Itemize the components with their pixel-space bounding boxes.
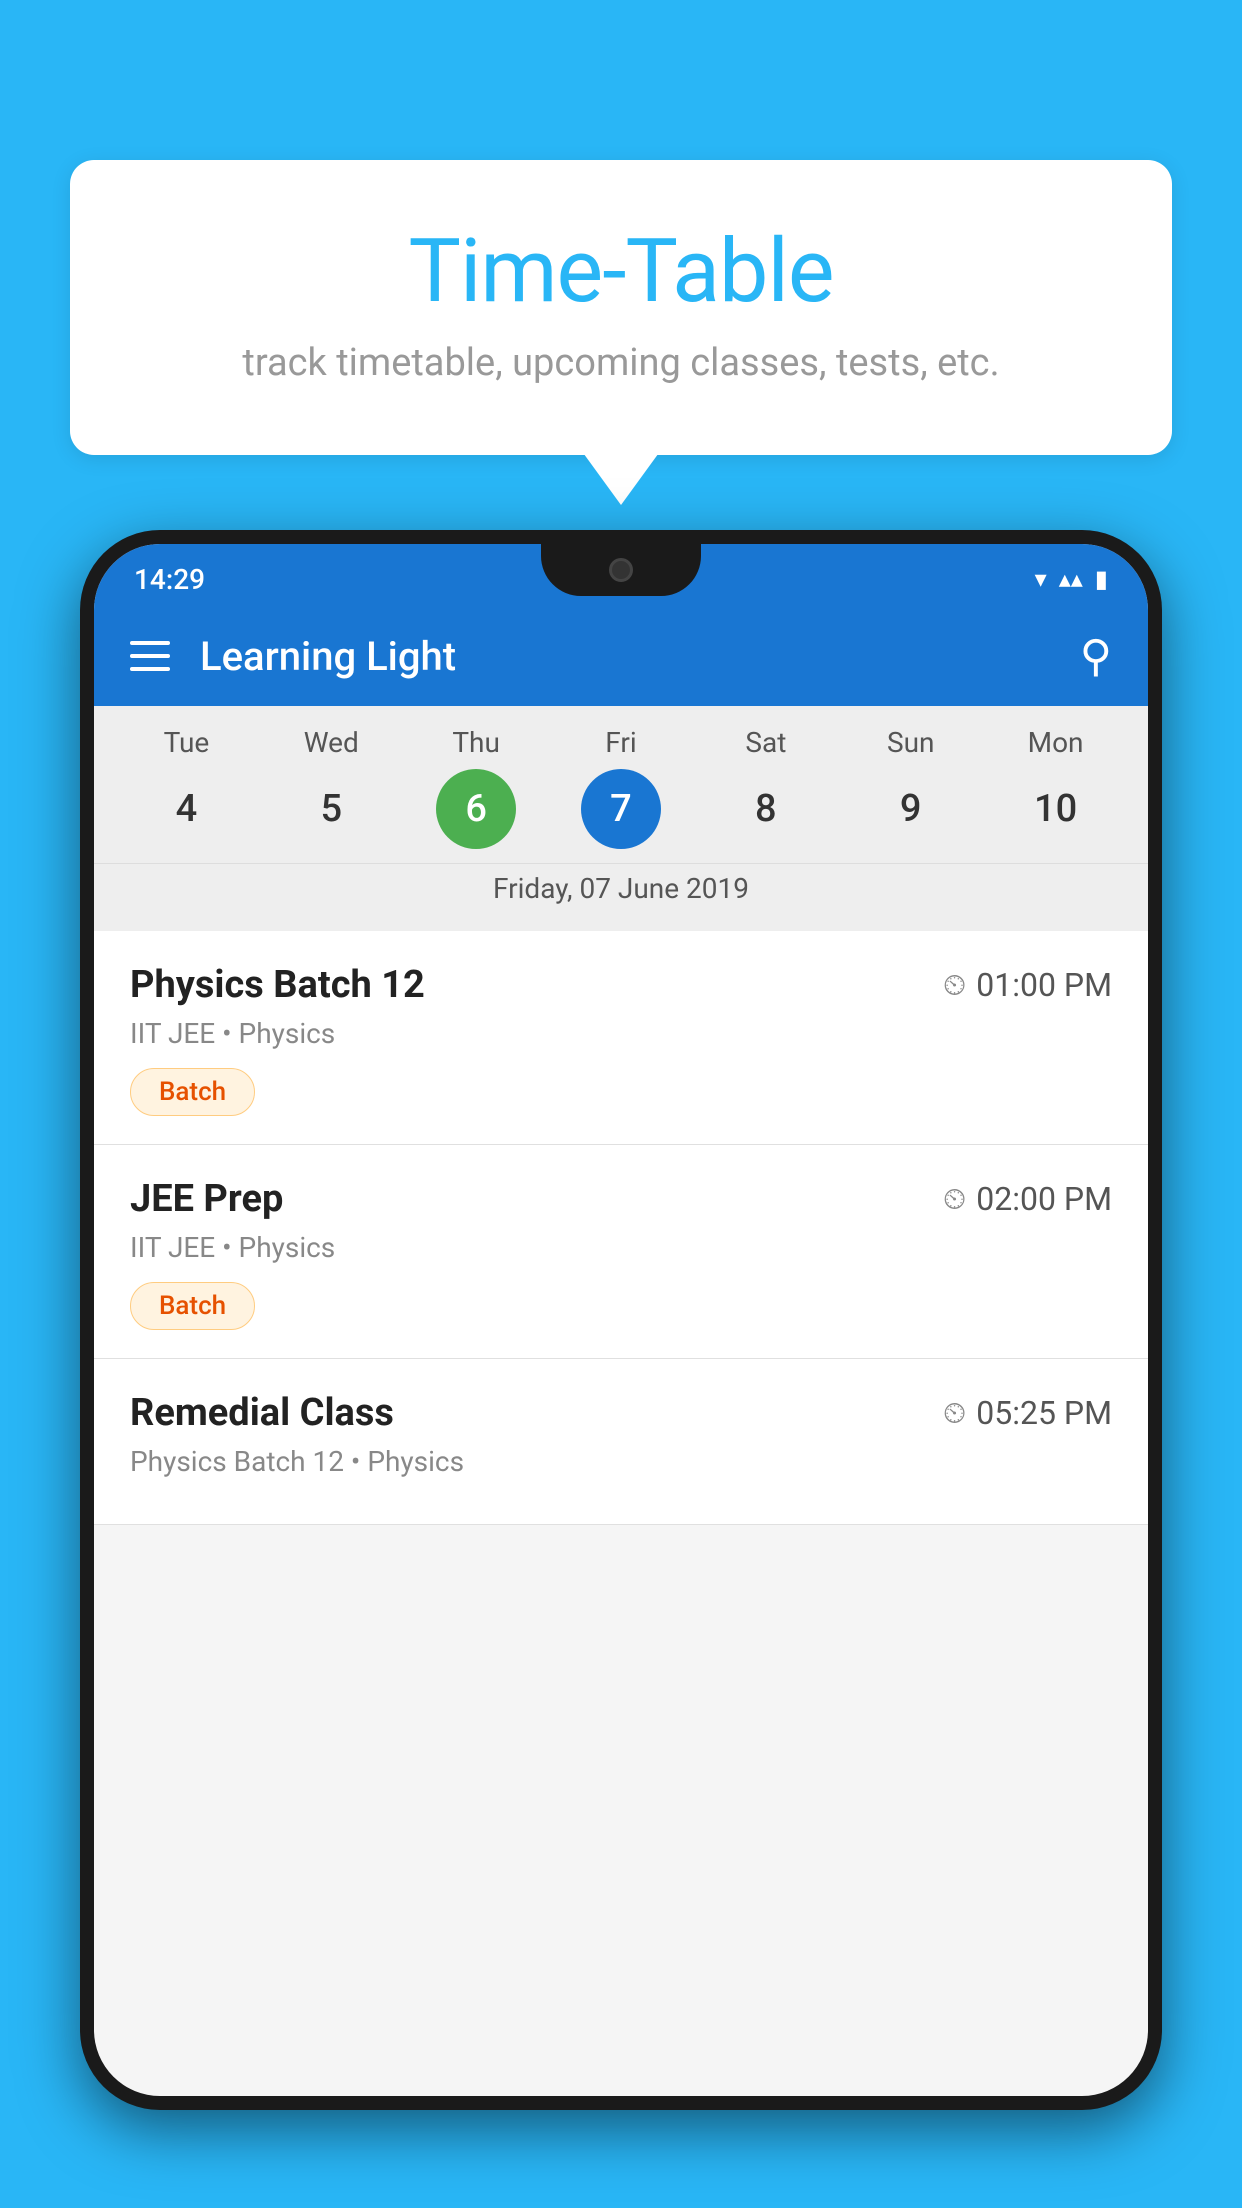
clock-icon-1: ⏲ bbox=[943, 1182, 966, 1217]
schedule-item-2-time-container: ⏲ 05:25 PM bbox=[943, 1394, 1112, 1432]
day-num-5[interactable]: 5 bbox=[259, 769, 404, 849]
hamburger-menu-icon[interactable] bbox=[130, 641, 170, 671]
battery-icon: ▮ bbox=[1095, 565, 1108, 593]
signal-icon: ▴▴ bbox=[1059, 565, 1083, 593]
speech-bubble-container: Time-Table track timetable, upcoming cla… bbox=[70, 160, 1172, 455]
schedule-item-0-time: 01:00 PM bbox=[976, 966, 1112, 1004]
schedule-item-0-badge: Batch bbox=[130, 1068, 255, 1116]
schedule-item-0-sub: IIT JEE • Physics bbox=[130, 1017, 1112, 1050]
schedule-item-2-sub: Physics Batch 12 • Physics bbox=[130, 1445, 1112, 1478]
day-name-mon[interactable]: Mon bbox=[983, 726, 1128, 759]
app-title: Learning Light bbox=[200, 633, 1050, 680]
app-bar: Learning Light ⚲ bbox=[94, 606, 1148, 706]
day-num-6-today[interactable]: 6 bbox=[436, 769, 516, 849]
day-name-sat[interactable]: Sat bbox=[693, 726, 838, 759]
wifi-icon: ▾ bbox=[1035, 565, 1047, 593]
status-time: 14:29 bbox=[134, 563, 205, 596]
day-numbers-row: 4 5 6 7 8 9 10 bbox=[94, 769, 1148, 849]
schedule-item-2-time: 05:25 PM bbox=[976, 1394, 1112, 1432]
phone-notch bbox=[541, 544, 701, 596]
day-num-9[interactable]: 9 bbox=[838, 769, 983, 849]
schedule-item-1-title: JEE Prep bbox=[130, 1177, 283, 1221]
schedule-item-1-header: JEE Prep ⏲ 02:00 PM bbox=[130, 1177, 1112, 1221]
schedule-item-0[interactable]: Physics Batch 12 ⏲ 01:00 PM IIT JEE • Ph… bbox=[94, 931, 1148, 1145]
day-name-sun[interactable]: Sun bbox=[838, 726, 983, 759]
schedule-item-0-header: Physics Batch 12 ⏲ 01:00 PM bbox=[130, 963, 1112, 1007]
day-name-wed[interactable]: Wed bbox=[259, 726, 404, 759]
day-name-fri[interactable]: Fri bbox=[549, 726, 694, 759]
day-name-tue[interactable]: Tue bbox=[114, 726, 259, 759]
day-num-8[interactable]: 8 bbox=[693, 769, 838, 849]
selected-date-label: Friday, 07 June 2019 bbox=[94, 863, 1148, 921]
schedule-item-0-time-container: ⏲ 01:00 PM bbox=[943, 966, 1112, 1004]
phone-screen: 14:29 ▾ ▴▴ ▮ Learning Light ⚲ bbox=[94, 544, 1148, 2096]
bubble-subtitle: track timetable, upcoming classes, tests… bbox=[150, 341, 1092, 385]
day-num-10[interactable]: 10 bbox=[983, 769, 1128, 849]
schedule-item-2-header: Remedial Class ⏲ 05:25 PM bbox=[130, 1391, 1112, 1435]
schedule-item-2-title: Remedial Class bbox=[130, 1391, 394, 1435]
day-names-row: Tue Wed Thu Fri Sat Sun Mon bbox=[94, 726, 1148, 759]
clock-icon-0: ⏲ bbox=[943, 968, 966, 1003]
camera-dot bbox=[609, 558, 633, 582]
speech-bubble: Time-Table track timetable, upcoming cla… bbox=[70, 160, 1172, 455]
status-icons: ▾ ▴▴ ▮ bbox=[1035, 565, 1108, 593]
schedule-item-0-title: Physics Batch 12 bbox=[130, 963, 425, 1007]
day-name-thu[interactable]: Thu bbox=[404, 726, 549, 759]
clock-icon-2: ⏲ bbox=[943, 1396, 966, 1431]
day-num-4[interactable]: 4 bbox=[114, 769, 259, 849]
phone-container: 14:29 ▾ ▴▴ ▮ Learning Light ⚲ bbox=[80, 530, 1162, 2208]
schedule-item-1-time: 02:00 PM bbox=[976, 1180, 1112, 1218]
search-icon[interactable]: ⚲ bbox=[1080, 630, 1112, 682]
calendar-week: Tue Wed Thu Fri Sat Sun Mon 4 5 6 7 8 9 … bbox=[94, 706, 1148, 931]
schedule-item-1-time-container: ⏲ 02:00 PM bbox=[943, 1180, 1112, 1218]
schedule-item-1[interactable]: JEE Prep ⏲ 02:00 PM IIT JEE • Physics Ba… bbox=[94, 1145, 1148, 1359]
bubble-title: Time-Table bbox=[150, 220, 1092, 323]
schedule-list: Physics Batch 12 ⏲ 01:00 PM IIT JEE • Ph… bbox=[94, 931, 1148, 1525]
phone-outer: 14:29 ▾ ▴▴ ▮ Learning Light ⚲ bbox=[80, 530, 1162, 2110]
schedule-item-2[interactable]: Remedial Class ⏲ 05:25 PM Physics Batch … bbox=[94, 1359, 1148, 1525]
schedule-item-1-badge: Batch bbox=[130, 1282, 255, 1330]
schedule-item-1-sub: IIT JEE • Physics bbox=[130, 1231, 1112, 1264]
day-num-7-selected[interactable]: 7 bbox=[581, 769, 661, 849]
